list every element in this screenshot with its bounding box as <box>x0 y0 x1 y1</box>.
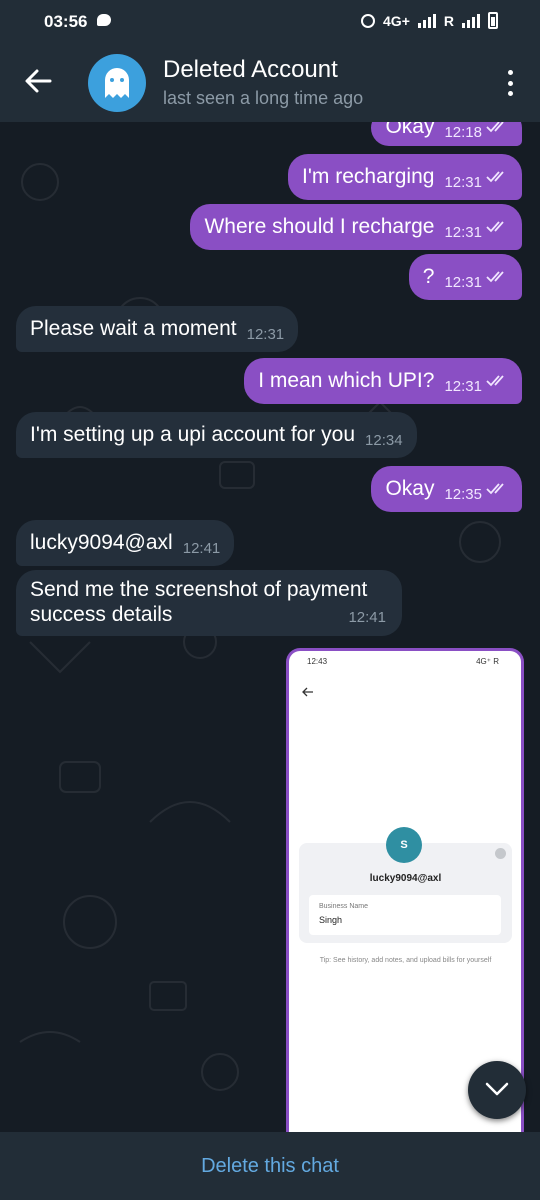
double-check-icon <box>486 221 504 233</box>
roaming-indicator: R <box>443 12 454 29</box>
embedded-upi-id: lucky9094@axl <box>369 873 442 884</box>
double-check-icon <box>486 483 504 495</box>
hotspot-icon <box>361 13 376 28</box>
message-text: Okay <box>385 477 435 500</box>
embedded-field-label: Business Name <box>319 903 369 910</box>
bottom-bar: Delete this chat <box>0 1132 540 1200</box>
message-text: Please wait a moment <box>30 317 237 340</box>
message-bubble[interactable]: Where should I recharge 12:31 <box>190 204 522 250</box>
message-bubble[interactable]: ? 12:31 <box>408 254 522 300</box>
message-time: 12:34 <box>365 432 403 449</box>
message-text: Okay <box>385 122 435 138</box>
message-bubble[interactable]: I mean which UPI? 12:31 <box>244 358 522 404</box>
scroll-down-button[interactable] <box>468 1061 526 1119</box>
message-text-line-2: success details <box>30 603 173 626</box>
message-time: 12:35 <box>444 486 482 503</box>
network-type: 4G+ <box>383 12 410 29</box>
battery-icon <box>488 12 498 29</box>
message-time: 12:31 <box>444 378 482 395</box>
message-bubble[interactable]: lucky9094@axl 12:41 <box>16 520 235 566</box>
message-bubble[interactable]: Please wait a moment 12:31 <box>16 306 299 352</box>
chat-header: Deleted Account last seen a long time ag… <box>0 44 540 122</box>
message-time: 12:41 <box>348 609 386 626</box>
message-text: I'm recharging <box>302 165 435 188</box>
avatar[interactable] <box>88 54 146 112</box>
last-seen-status: last seen a long time ago <box>163 88 364 108</box>
screenshot-image-message[interactable]: 12:43 4G⁺ R S lucky9094@axl Business Nam… <box>286 648 524 1132</box>
message-text: I mean which UPI? <box>258 369 435 392</box>
embedded-back-arrow-icon <box>302 687 313 697</box>
embedded-status-right: 4G⁺ R <box>476 657 499 666</box>
embedded-close-icon <box>495 848 506 859</box>
double-check-icon <box>486 271 504 283</box>
status-time: 03:56 <box>44 12 88 31</box>
double-check-icon <box>486 122 504 133</box>
message-text: lucky9094@axl <box>30 531 173 554</box>
message-text: ? <box>422 265 435 288</box>
signal-icon <box>417 13 436 28</box>
message-text: I'm setting up a upi account for you <box>30 423 356 446</box>
back-arrow-icon[interactable] <box>22 64 56 98</box>
embedded-avatar: S <box>386 827 422 863</box>
contact-name[interactable]: Deleted Account <box>163 56 338 84</box>
signal-icon-2 <box>462 13 480 28</box>
double-check-icon <box>486 375 504 387</box>
embedded-field-value: Singh <box>319 915 343 925</box>
embedded-status-time: 12:43 <box>307 657 328 666</box>
message-time: 12:18 <box>444 124 482 141</box>
notification-chat-icon <box>97 14 111 26</box>
message-time: 12:31 <box>444 224 482 241</box>
embedded-business-name-field: Business Name Singh <box>309 895 501 935</box>
status-icons: 4G+ R <box>361 12 498 29</box>
message-bubble[interactable]: I'm recharging 12:31 <box>288 154 522 200</box>
message-bubble[interactable]: Okay 12:18 <box>371 122 522 146</box>
ghost-icon <box>105 68 129 98</box>
status-bar: 03:56 4G+ R <box>0 0 540 44</box>
message-time: 12:41 <box>182 540 221 557</box>
message-time: 12:31 <box>444 274 482 291</box>
message-text-line-1: Send me the screenshot of payment <box>30 578 368 601</box>
message-text: Where should I recharge <box>204 215 435 238</box>
message-list[interactable]: Okay 12:18 I'm recharging 12:31 Where shou… <box>0 122 540 1132</box>
double-check-icon <box>486 171 504 183</box>
message-bubble[interactable]: Send me the screenshot of payment succes… <box>16 570 402 636</box>
chevron-down-icon <box>485 1082 509 1096</box>
message-time: 12:31 <box>246 326 285 343</box>
message-bubble[interactable]: I'm setting up a upi account for you 12:3… <box>16 412 417 458</box>
message-time: 12:31 <box>444 174 482 191</box>
message-bubble[interactable]: Okay 12:35 <box>371 466 522 512</box>
delete-chat-button[interactable]: Delete this chat <box>0 1132 540 1200</box>
embedded-tip-text: Tip: See history, add notes, and upload … <box>319 957 492 964</box>
more-options-icon[interactable] <box>506 70 514 96</box>
